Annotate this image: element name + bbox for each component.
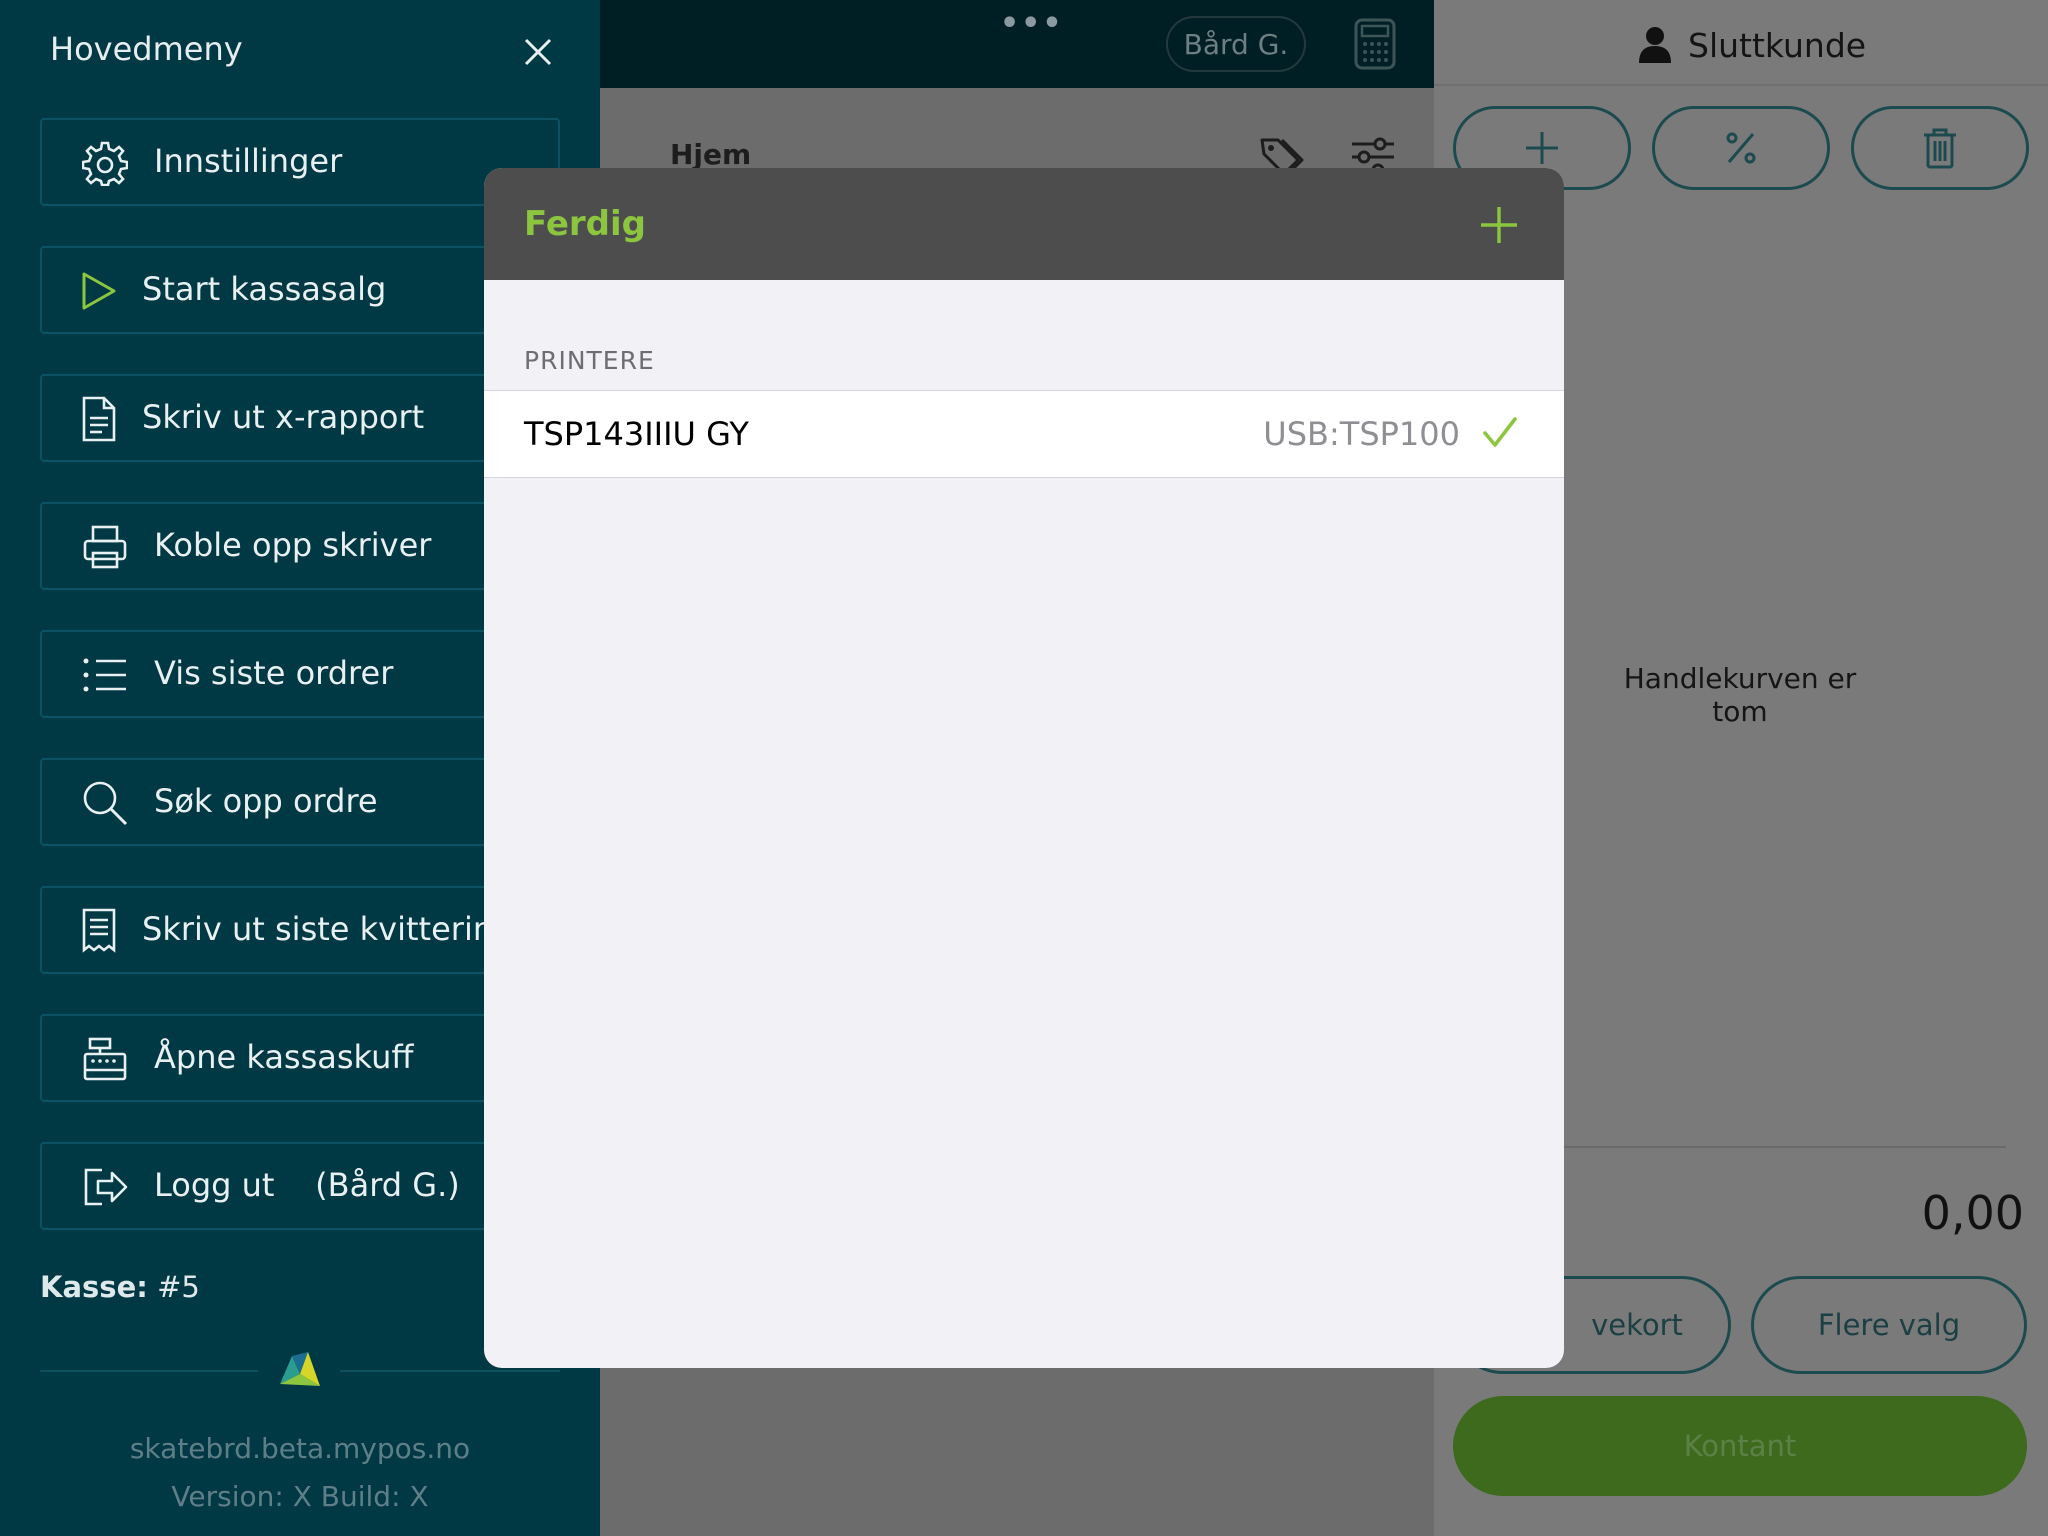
customer-name[interactable]: Sluttkunde [1688,26,1866,65]
logout-icon [84,1168,128,1206]
menu-item-settings[interactable]: Innstillinger [40,118,560,206]
divider [1560,1146,2006,1148]
printer-dialog: Ferdig PRINTERE TSP143IIIU GY USB:TSP100 [484,168,1564,1368]
document-icon [82,396,116,442]
menu-item-label: Åpne kassaskuff [154,1038,414,1076]
menu-item-label: Skriv ut siste kvittering [142,910,514,948]
divider [340,1370,560,1372]
menu-item-label: Koble opp skriver [154,526,432,564]
plus-icon [1526,132,1558,164]
discount-button[interactable] [1652,106,1830,190]
cash-payment-button[interactable]: Kontant [1453,1396,2027,1496]
add-printer-plus-icon[interactable] [1480,206,1518,244]
register-info: Kasse: #5 [40,1270,200,1304]
menu-item-label: Logg ut (Bård G.) [154,1166,460,1204]
person-icon [1639,27,1671,63]
more-options-button[interactable]: Flere valg [1751,1276,2027,1374]
printer-name: TSP143IIIU GY [524,415,749,453]
menu-item-label: Søk opp ordre [154,782,378,820]
register-label: Kasse: [40,1270,148,1304]
menu-item-label: Skriv ut x-rapport [142,398,425,436]
cash-register-icon [83,1037,127,1081]
menu-item-label: Vis siste ordrer [154,654,394,692]
done-button[interactable]: Ferdig [524,204,646,244]
menu-item-start-sale[interactable]: Start kassasalg [40,246,560,334]
gear-icon [82,141,128,186]
empty-cart-message: Handlekurven er tom [1623,662,1857,728]
printer-port: USB:TSP100 [1263,415,1460,453]
receipt-icon [82,908,116,953]
register-number: #5 [157,1270,200,1304]
dialog-header: Ferdig [484,168,1564,280]
menu-item-x-report[interactable]: Skriv ut x-rapport [40,374,560,462]
menu-item-label: Start kassasalg [142,270,387,308]
checkmark-icon [1483,417,1517,447]
divider [40,1370,258,1372]
domain-text: skatebrd.beta.mypos.no [129,1432,471,1465]
calculator-icon[interactable] [1354,18,1396,70]
menu-item-print-receipt[interactable]: Skriv ut siste kvittering [40,886,560,974]
menu-item-open-drawer[interactable]: Åpne kassaskuff [40,1014,560,1102]
more-dots-icon[interactable]: ••• [1000,6,1064,41]
printer-icon [83,525,127,569]
menu-item-logout[interactable]: Logg ut (Bård G.) [40,1142,560,1230]
menu-item-recent-orders[interactable]: Vis siste ordrer [40,630,560,718]
close-icon[interactable] [522,36,554,68]
list-icon [83,658,126,692]
menu-item-search-order[interactable]: Søk opp ordre [40,758,560,846]
menu-item-connect-printer[interactable]: Koble opp skriver [40,502,560,590]
trash-icon [1924,128,1956,169]
version-text: Version: X Build: X [171,1480,429,1513]
clear-cart-button[interactable] [1851,106,2029,190]
user-badge[interactable]: Bård G. [1166,16,1306,72]
mypos-logo-icon [280,1352,320,1386]
cart-total: 0,00 [1921,1186,2024,1240]
menu-item-label: Innstillinger [154,142,343,180]
menu-title: Hovedmeny [50,30,243,68]
search-icon [83,781,128,826]
printer-row[interactable]: TSP143IIIU GY USB:TSP100 [484,390,1564,478]
cash-payment-label: Kontant [1683,1429,1797,1463]
printers-section-header: PRINTERE [524,346,655,375]
breadcrumb-home[interactable]: Hjem [670,138,751,171]
more-options-label: Flere valg [1817,1308,1961,1342]
percent-icon [1726,132,1756,164]
play-icon [82,272,116,310]
